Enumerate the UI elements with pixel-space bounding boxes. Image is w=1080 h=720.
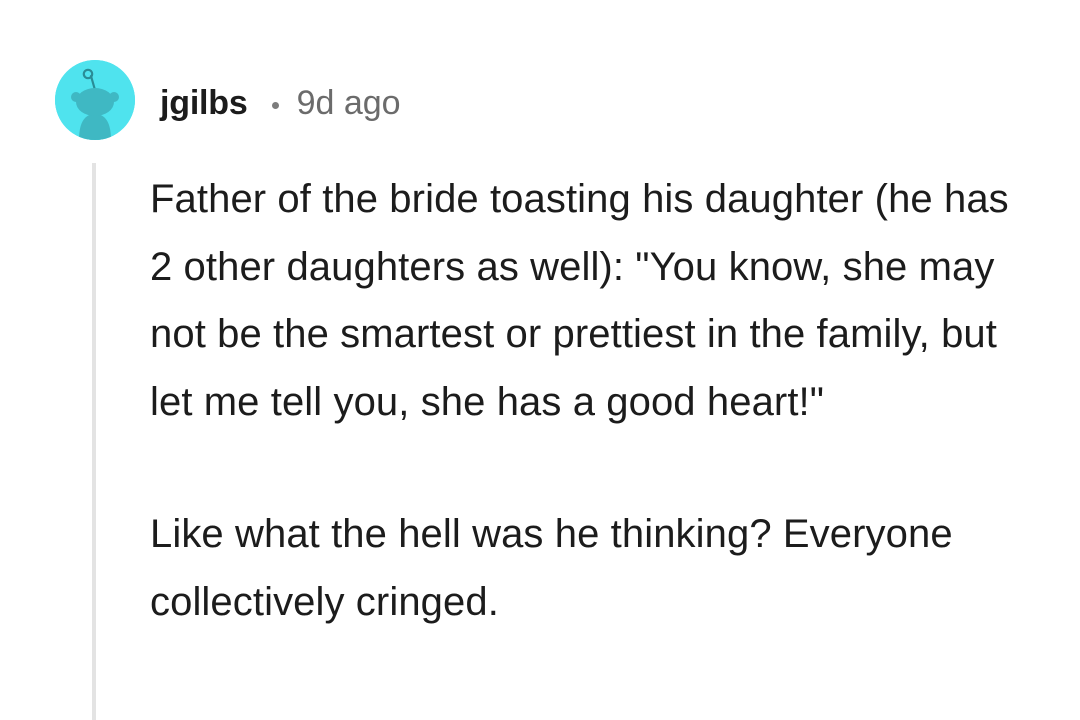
comment: jgilbs 9d ago Father of the bride toasti… [0, 0, 1080, 720]
timestamp[interactable]: 9d ago [297, 84, 401, 123]
user-avatar[interactable] [55, 60, 135, 140]
comment-paragraph: Like what the hell was he thinking? Ever… [150, 512, 953, 624]
separator-dot [271, 101, 279, 109]
comment-paragraph: Father of the bride toasting his daughte… [150, 177, 1009, 424]
reddit-snoo-avatar-icon [55, 60, 135, 140]
comment-body: Father of the bride toasting his daughte… [150, 166, 1030, 636]
thread-collapse-line[interactable] [92, 163, 96, 720]
comment-header: jgilbs 9d ago [160, 78, 401, 128]
username-link[interactable]: jgilbs [160, 84, 248, 123]
